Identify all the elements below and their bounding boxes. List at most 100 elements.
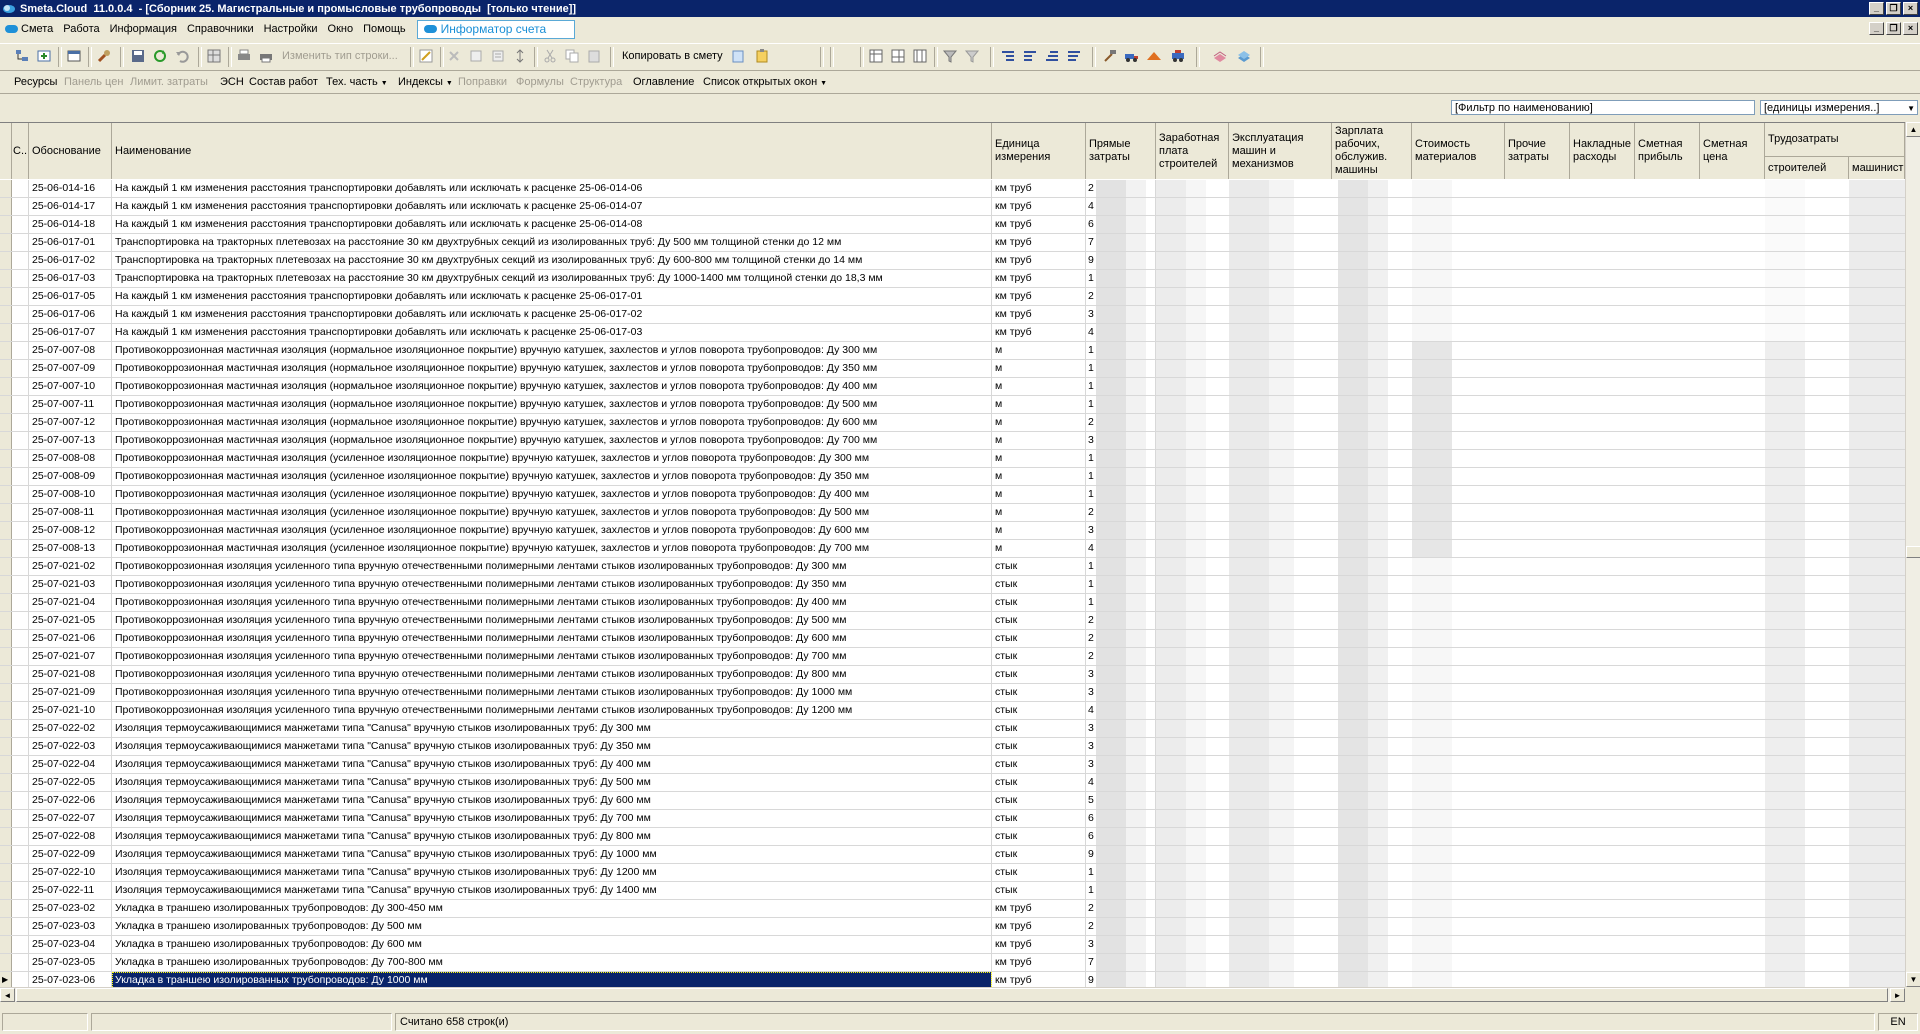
menu-rabota[interactable]: Работа [58, 23, 104, 35]
row-indicator[interactable] [0, 414, 12, 431]
menu-pomoshch[interactable]: Помощь [358, 23, 411, 35]
row-indicator[interactable] [0, 432, 12, 449]
col-header-price[interactable]: Сметная цена [1700, 123, 1765, 179]
row-indicator[interactable] [0, 360, 12, 377]
limit-costs-button[interactable]: Лимит. затраты [130, 76, 208, 88]
mdi-close-button[interactable]: × [1903, 22, 1918, 35]
row-indicator[interactable] [0, 486, 12, 503]
layers-icon[interactable] [1236, 48, 1252, 64]
table-row[interactable]: 25-07-021-10 Противокоррозионная изоляция… [0, 702, 1905, 720]
table-row[interactable]: 25-07-023-04 Укладка в траншею изолирован… [0, 936, 1905, 954]
row-indicator[interactable] [0, 324, 12, 341]
row-indicator[interactable] [0, 252, 12, 269]
col-header-unit[interactable]: Единица измерения [992, 123, 1086, 179]
table-row[interactable]: 25-06-017-05 На каждый 1 км изменения рас… [0, 288, 1905, 306]
price-panel-button[interactable]: Панель цен [64, 76, 123, 88]
table-row[interactable]: 25-07-021-02 Противокоррозионная изоляция… [0, 558, 1905, 576]
structure-button[interactable]: Структура [570, 76, 622, 88]
refresh-icon[interactable] [152, 48, 168, 64]
table-row[interactable]: 25-07-023-03 Укладка в траншею изолирован… [0, 918, 1905, 936]
level-down-icon[interactable] [1066, 48, 1082, 64]
hammer-icon[interactable] [1102, 48, 1118, 64]
table-row[interactable]: 25-07-021-09 Противокоррозионная изоляция… [0, 684, 1905, 702]
level-up-icon[interactable] [1044, 48, 1060, 64]
menu-informatsiya[interactable]: Информация [105, 23, 182, 35]
tech-part-dropdown[interactable]: Тех. часть ▼ [326, 76, 388, 88]
table-row[interactable]: 25-06-014-18 На каждый 1 км изменения рас… [0, 216, 1905, 234]
table-row[interactable]: 25-07-021-07 Противокоррозионная изоляция… [0, 648, 1905, 666]
table-row[interactable]: 25-07-022-10 Изоляция термоусаживающимися… [0, 864, 1905, 882]
col-header-machinist-wage[interactable]: Зарплата рабочих, обслужив. машины [1332, 123, 1412, 179]
row-indicator[interactable] [0, 864, 12, 881]
col-header-other[interactable]: Прочие затраты [1505, 123, 1570, 179]
table-row[interactable]: 25-06-017-06 На каждый 1 км изменения рас… [0, 306, 1905, 324]
row-indicator[interactable]: ▶ [0, 972, 12, 988]
table-row[interactable]: 25-07-008-10 Противокоррозионная мастична… [0, 486, 1905, 504]
menu-okno[interactable]: Окно [323, 23, 359, 35]
insert-row-icon[interactable] [36, 48, 52, 64]
row-indicator[interactable] [0, 504, 12, 521]
col-header-labor-builders[interactable]: строителей [1765, 157, 1849, 179]
scroll-left-icon[interactable]: ◄ [0, 988, 15, 1002]
table-row[interactable]: 25-07-007-12 Противокоррозионная мастична… [0, 414, 1905, 432]
row-indicator[interactable] [0, 396, 12, 413]
table-row[interactable]: 25-07-022-11 Изоляция термоусаживающимися… [0, 882, 1905, 900]
scroll-down-icon[interactable]: ▼ [1906, 972, 1920, 987]
truck-icon[interactable] [1124, 48, 1140, 64]
horizontal-scrollbar[interactable]: ◄ ► [0, 987, 1905, 1002]
scroll-up-icon[interactable]: ▲ [1906, 122, 1920, 137]
row-indicator[interactable] [0, 198, 12, 215]
col-header-profit[interactable]: Сметная прибыль [1635, 123, 1700, 179]
name-filter-input[interactable]: [Фильтр по наименованию] [1451, 100, 1755, 115]
row-indicator[interactable] [0, 936, 12, 953]
table-of-contents-button[interactable]: Оглавление [633, 76, 694, 88]
row-indicator[interactable] [0, 450, 12, 467]
table-icon-3[interactable] [912, 48, 928, 64]
corrections-button[interactable]: Поправки [458, 76, 507, 88]
close-button[interactable]: × [1903, 2, 1918, 15]
row-indicator[interactable] [0, 900, 12, 917]
table-row[interactable]: 25-07-007-08 Противокоррозионная мастична… [0, 342, 1905, 360]
row-indicator[interactable] [0, 846, 12, 863]
row-indicator[interactable] [0, 684, 12, 701]
table-row[interactable]: 25-07-021-03 Противокоррозионная изоляция… [0, 576, 1905, 594]
table-row[interactable]: 25-07-008-08 Противокоррозионная мастична… [0, 450, 1905, 468]
machine-icon[interactable] [1170, 48, 1186, 64]
row-indicator[interactable] [0, 882, 12, 899]
table-row[interactable]: 25-07-007-10 Противокоррозионная мастична… [0, 378, 1905, 396]
save-icon[interactable] [130, 48, 146, 64]
unit-filter-select[interactable]: [единицы измерения..] ▼ [1760, 100, 1918, 115]
row-indicator[interactable] [0, 558, 12, 575]
row-indicator[interactable] [0, 234, 12, 251]
table-row[interactable]: 25-07-007-11 Противокоррозионная мастична… [0, 396, 1905, 414]
paste-rows-icon[interactable] [490, 48, 506, 64]
row-indicator[interactable] [0, 594, 12, 611]
row-indicator[interactable] [0, 702, 12, 719]
row-indicator[interactable] [0, 918, 12, 935]
table-row[interactable]: 25-07-022-02 Изоляция термоусаживающимися… [0, 720, 1905, 738]
formulas-button[interactable]: Формулы [516, 76, 564, 88]
row-indicator[interactable] [0, 576, 12, 593]
table-row[interactable]: 25-06-014-16 На каждый 1 км изменения рас… [0, 180, 1905, 198]
undo-icon[interactable] [174, 48, 190, 64]
table-row[interactable]: 25-07-022-07 Изоляция термоусаживающимися… [0, 810, 1905, 828]
table-row[interactable]: 25-06-017-03 Транспортировка на тракторны… [0, 270, 1905, 288]
table-row[interactable]: 25-07-021-04 Противокоррозионная изоляция… [0, 594, 1905, 612]
col-header-labor-machinists[interactable]: машинист [1849, 157, 1905, 179]
table-row[interactable]: 25-06-014-17 На каждый 1 км изменения рас… [0, 198, 1905, 216]
table-row[interactable]: 25-06-017-02 Транспортировка на тракторны… [0, 252, 1905, 270]
col-header-materials[interactable]: Стоимость материалов [1412, 123, 1505, 179]
row-indicator[interactable] [0, 378, 12, 395]
row-indicator[interactable] [0, 828, 12, 845]
materials-icon[interactable] [1146, 48, 1162, 64]
row-indicator[interactable] [0, 468, 12, 485]
copy-doc-icon[interactable] [730, 48, 746, 64]
table-icon-2[interactable] [890, 48, 906, 64]
vertical-scrollbar[interactable]: ▲ ▼ [1905, 122, 1920, 987]
table-row[interactable]: 25-06-017-07 На каждый 1 км изменения рас… [0, 324, 1905, 342]
indent-icon[interactable] [1000, 48, 1016, 64]
row-indicator[interactable] [0, 720, 12, 737]
minimize-button[interactable]: _ [1869, 2, 1884, 15]
resources-button[interactable]: Ресурсы [14, 76, 57, 88]
row-indicator[interactable] [0, 774, 12, 791]
